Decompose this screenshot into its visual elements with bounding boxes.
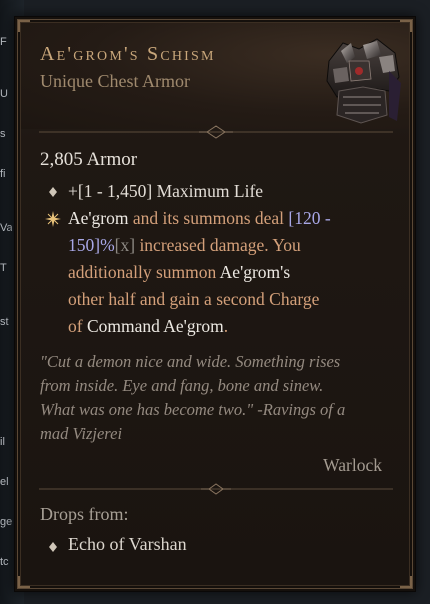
background-text-fragment: s xyxy=(0,128,6,140)
affix-segment: [x] xyxy=(114,235,136,255)
affix-segment: Command Ae'grom xyxy=(86,316,224,336)
affix-segment: of xyxy=(68,316,87,336)
affix-segment: additionally summon xyxy=(68,262,220,282)
affix-segment: other half and gain a second Charge xyxy=(68,289,320,309)
background-text-fragment: U xyxy=(0,88,8,100)
affix-line: 150]%[x] increased damage. You xyxy=(68,232,403,259)
frame-corner xyxy=(18,20,30,32)
affix-segment: [120 - xyxy=(288,208,331,228)
item-name: Ae'grom's Schism xyxy=(40,43,216,65)
affix-unique-power: Ae'grom and its summons deal [120 -150]%… xyxy=(68,205,403,340)
divider xyxy=(39,483,393,495)
frame-corner xyxy=(18,576,30,588)
affix-segment: and its summons deal xyxy=(128,208,289,228)
affix-segment: 150]% xyxy=(68,235,115,255)
background-text-fragment: st xyxy=(0,316,9,328)
background-text-fragment: ge xyxy=(0,516,12,528)
background-text-fragment: il xyxy=(0,436,5,448)
background-text-fragment: F xyxy=(0,36,7,48)
diamond-bullet-icon xyxy=(49,187,57,197)
drop-source: Echo of Varshan xyxy=(68,534,187,554)
class-requirement: Warlock xyxy=(323,455,382,475)
affix-maximum-life: +[1 - 1,450] Maximum Life xyxy=(68,181,264,201)
item-type: Unique Chest Armor xyxy=(40,71,190,91)
frame-corner xyxy=(400,576,412,588)
background-text-fragment: el xyxy=(0,476,9,488)
background-text-fragment: Va xyxy=(0,222,12,234)
background-text-fragment: fi xyxy=(0,168,6,180)
flavor-line: "Cut a demon nice and wide. Something ri… xyxy=(40,352,341,371)
flavor-line: What was one has become two." -Ravings o… xyxy=(40,400,346,419)
affix-segment: . xyxy=(223,316,229,336)
affix-line: of Command Ae'grom. xyxy=(68,313,403,340)
unique-star-icon xyxy=(45,211,61,227)
item-tooltip: Ae'grom's Schism Unique Chest Armor 2,80… xyxy=(14,16,416,592)
chest-armor-icon xyxy=(326,38,401,124)
background-text-fragment: tc xyxy=(0,556,9,568)
flavor-line: mad Vizjerei xyxy=(40,424,123,443)
screen: F U s fi Va T st il el ge tc Ae'grom's S… xyxy=(0,0,430,604)
affix-line: additionally summon Ae'grom's xyxy=(68,259,403,286)
diamond-bullet-icon xyxy=(49,542,57,552)
affix-segment: Ae'grom xyxy=(68,208,129,228)
affix-line: Ae'grom and its summons deal [120 - xyxy=(68,205,403,232)
affix-segment: Ae'grom's xyxy=(219,262,291,282)
affix-line: other half and gain a second Charge xyxy=(68,286,403,313)
drops-from-label: Drops from: xyxy=(40,504,129,524)
divider xyxy=(39,125,393,139)
flavor-text: "Cut a demon nice and wide. Something ri… xyxy=(40,350,395,446)
affix-segment: increased damage. You xyxy=(135,235,301,255)
background-text-fragment: T xyxy=(0,262,7,274)
armor-value: 2,805 Armor xyxy=(40,149,138,170)
flavor-line: from inside. Eye and fang, bone and sine… xyxy=(40,376,324,395)
